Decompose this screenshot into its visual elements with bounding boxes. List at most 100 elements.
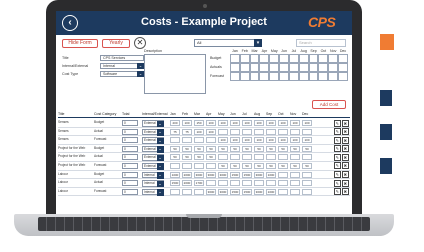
edit-icon[interactable]: ✎ — [334, 128, 341, 136]
month-input-cell[interactable] — [279, 63, 289, 72]
row-month-value[interactable]: 50 — [302, 145, 312, 152]
row-month-value[interactable] — [170, 188, 180, 195]
row-month-value[interactable]: 100 — [242, 120, 252, 126]
column-header[interactable]: Jul — [242, 112, 246, 116]
month-input-cell[interactable] — [259, 54, 270, 63]
column-header[interactable]: Jan — [170, 112, 176, 116]
row-month-value[interactable]: 1000 — [266, 171, 276, 178]
row-month-value[interactable]: 50 — [254, 162, 264, 169]
column-header[interactable]: Oct — [278, 112, 283, 116]
row-internal-external-select[interactable]: External ⌄ — [142, 137, 164, 145]
back-icon[interactable]: ‹ — [62, 15, 78, 31]
delete-icon[interactable]: ✖ — [342, 128, 349, 136]
row-month-value[interactable] — [266, 154, 276, 161]
month-input-cell[interactable] — [230, 72, 240, 81]
row-month-value[interactable] — [170, 137, 180, 144]
row-internal-external-select[interactable]: Internal ⌄ — [142, 171, 164, 179]
month-input-cell[interactable] — [328, 72, 339, 81]
month-input-cell[interactable] — [230, 63, 240, 72]
edit-icon[interactable]: ✎ — [334, 188, 341, 196]
row-month-value[interactable]: 1500 — [230, 188, 240, 195]
edit-icon[interactable]: ✎ — [334, 179, 341, 187]
row-month-value[interactable]: 1000 — [266, 188, 276, 195]
row-month-value[interactable] — [206, 137, 216, 144]
add-cost-button[interactable]: Add Cost — [312, 100, 346, 109]
row-month-value[interactable]: 100 — [254, 137, 264, 144]
row-month-value[interactable] — [302, 171, 312, 178]
row-month-value[interactable]: 50 — [218, 162, 228, 169]
month-input-cell[interactable] — [328, 54, 339, 63]
edit-icon[interactable]: ✎ — [334, 136, 341, 144]
forecast-month-inputs[interactable] — [230, 72, 348, 81]
row-month-value[interactable]: 150 — [194, 120, 204, 126]
table-row[interactable]: Labour Forecast 0 Internal ⌄ 3000 3000 1500 1500… — [58, 188, 350, 197]
row-month-value[interactable]: 100 — [266, 120, 276, 126]
table-row[interactable]: Labour Actual 0 Internal ⌄ 1500 2000 1700 ✎ ✖ — [58, 179, 350, 188]
delete-icon[interactable]: ✖ — [342, 171, 349, 179]
row-month-value[interactable]: 50 — [266, 145, 276, 152]
month-input-cell[interactable] — [259, 63, 270, 72]
row-month-value[interactable]: 3000 — [218, 188, 228, 195]
column-header[interactable]: May — [218, 112, 225, 116]
month-input-cell[interactable] — [259, 72, 270, 81]
row-month-value[interactable]: 50 — [254, 145, 264, 152]
table-row[interactable]: Project for the Web Budget 0 External ⌄ 50 50 5… — [58, 145, 350, 154]
row-month-value[interactable] — [230, 154, 240, 161]
row-month-value[interactable] — [302, 180, 312, 187]
row-month-value[interactable]: 100 — [206, 128, 216, 135]
row-month-value[interactable]: 100 — [302, 137, 312, 144]
row-month-value[interactable]: 50 — [230, 145, 240, 152]
row-month-value[interactable]: 100 — [182, 120, 192, 126]
row-month-value[interactable] — [218, 154, 228, 161]
row-month-value[interactable]: 100 — [278, 137, 288, 144]
month-input-cell[interactable] — [239, 72, 250, 81]
search-input[interactable]: Search — [296, 39, 346, 47]
description-field[interactable] — [144, 54, 206, 94]
row-internal-external-select[interactable]: External ⌄ — [142, 145, 164, 153]
column-header[interactable]: Jun — [230, 112, 236, 116]
month-input-cell[interactable] — [298, 54, 309, 63]
row-month-value[interactable] — [182, 137, 192, 144]
month-input-cell[interactable] — [298, 72, 309, 81]
month-input-cell[interactable] — [249, 63, 260, 72]
row-month-value[interactable]: 200 — [170, 120, 180, 126]
month-input-cell[interactable] — [269, 63, 280, 72]
row-month-value[interactable] — [218, 128, 228, 135]
month-input-cell[interactable] — [239, 54, 250, 63]
row-month-value[interactable]: 3000 — [206, 188, 216, 195]
row-month-value[interactable]: 50 — [194, 145, 204, 152]
row-month-value[interactable]: 50 — [266, 162, 276, 169]
column-header[interactable]: Internal/External — [142, 112, 168, 116]
row-month-value[interactable]: 100 — [194, 128, 204, 135]
month-input-cell[interactable] — [338, 63, 348, 72]
row-internal-external-select[interactable]: External ⌄ — [142, 154, 164, 162]
row-month-value[interactable]: 50 — [206, 154, 216, 161]
month-input-cell[interactable] — [308, 54, 319, 63]
row-month-value[interactable] — [290, 154, 300, 161]
row-month-value[interactable]: 75 — [170, 128, 180, 135]
row-month-value[interactable]: 3000 — [218, 171, 228, 178]
month-input-cell[interactable] — [269, 54, 280, 63]
month-input-cell[interactable] — [279, 54, 289, 63]
row-month-value[interactable] — [302, 188, 312, 195]
month-input-cell[interactable] — [239, 63, 250, 72]
row-month-value[interactable] — [194, 188, 204, 195]
row-month-value[interactable] — [230, 180, 240, 187]
row-month-value[interactable]: 50 — [278, 162, 288, 169]
month-input-cell[interactable] — [318, 63, 329, 72]
row-month-value[interactable] — [182, 162, 192, 169]
row-month-value[interactable]: 3000 — [254, 171, 264, 178]
row-month-value[interactable] — [170, 162, 180, 169]
row-month-value[interactable]: 50 — [194, 154, 204, 161]
period-button[interactable]: Yearly — [102, 39, 130, 48]
row-internal-external-select[interactable]: External ⌄ — [142, 120, 164, 127]
row-month-value[interactable] — [206, 180, 216, 187]
row-month-value[interactable]: 50 — [278, 145, 288, 152]
edit-icon[interactable]: ✎ — [334, 145, 341, 153]
actuals-month-inputs[interactable] — [230, 63, 348, 72]
table-row[interactable]: Project for the Web Forecast 0 External ⌄ 50 5… — [58, 162, 350, 171]
row-month-value[interactable] — [278, 180, 288, 187]
delete-icon[interactable]: ✖ — [342, 188, 349, 196]
row-month-value[interactable]: 100 — [278, 120, 288, 126]
column-header[interactable]: Mar — [194, 112, 200, 116]
